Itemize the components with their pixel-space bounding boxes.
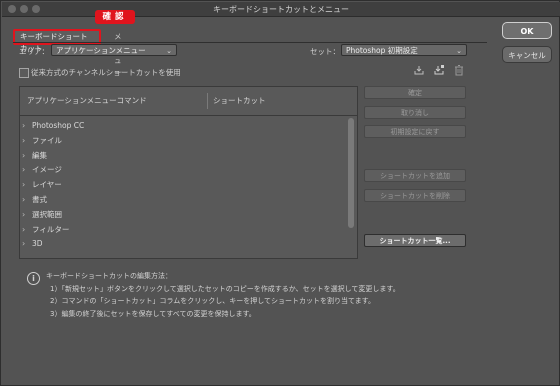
table-row[interactable]: › フィルター <box>20 223 350 238</box>
column-divider <box>207 93 208 109</box>
row-label: 書式 <box>32 194 47 204</box>
title-bar: キーボードショートカットとメニュー <box>2 2 560 17</box>
chevron-right-icon[interactable]: › <box>22 119 25 134</box>
table-row[interactable]: › ファイル <box>20 134 350 149</box>
instructions-heading: キーボードショートカットの編集方法： <box>46 272 172 280</box>
table-row[interactable]: › 編集 <box>20 149 350 164</box>
use-default-button[interactable]: 初期設定に戻す <box>364 125 466 138</box>
instructions: キーボードショートカットの編集方法： 1）「新規セット」ボタンをクリックして選択… <box>46 270 400 320</box>
chevron-right-icon[interactable]: › <box>22 178 25 193</box>
row-label: 選択範囲 <box>32 209 62 219</box>
delete-shortcut-button[interactable]: ショートカットを削除 <box>364 189 466 202</box>
add-shortcut-button[interactable]: ショートカットを追加 <box>364 169 466 182</box>
undo-button[interactable]: 取り消し <box>364 106 466 119</box>
chevron-right-icon[interactable]: › <box>22 149 25 164</box>
instruction-line: 2）コマンドの「ショートカット」コラムをクリックし、キーを押してショートカットを… <box>50 297 375 305</box>
table-row[interactable]: › 書式 <box>20 193 350 208</box>
row-label: レイヤー <box>32 180 62 190</box>
set-select[interactable]: Photoshop 初期設定 ⌄ <box>341 44 467 56</box>
tab-divider <box>13 42 487 43</box>
legacy-channel-shortcuts-label: 従来方式のチャンネルショートカットを使用 <box>31 68 181 77</box>
instruction-line: 3）編集の終了後にセットを保存してすべての変更を保持します。 <box>50 309 256 318</box>
table-scrollbar[interactable] <box>348 118 354 228</box>
window-title: キーボードショートカットとメニュー <box>213 5 349 14</box>
info-icon: i <box>27 272 40 285</box>
table-header: アプリケーションメニューコマンド ショートカット <box>20 87 357 116</box>
chevron-right-icon[interactable]: › <box>22 134 25 149</box>
chevron-right-icon[interactable]: › <box>22 223 25 238</box>
chevron-right-icon[interactable]: › <box>22 163 25 178</box>
save-as-set-icon[interactable] <box>433 64 445 76</box>
area-select-value: アプリケーションメニュー <box>56 46 146 55</box>
row-label: イメージ <box>32 165 62 175</box>
set-select-value: Photoshop 初期設定 <box>346 46 418 55</box>
chevron-down-icon: ⌄ <box>166 47 172 55</box>
area-label: エリア： <box>19 47 49 56</box>
chevron-down-icon: ⌄ <box>456 47 462 55</box>
table-row[interactable]: › レイヤー <box>20 178 350 193</box>
column-header-shortcut[interactable]: ショートカット <box>213 95 266 106</box>
row-label: フィルター <box>32 224 70 234</box>
legacy-channel-shortcuts-checkbox[interactable] <box>19 68 29 78</box>
row-label: Photoshop CC <box>32 121 85 130</box>
confirm-badge: 確認 <box>95 10 135 24</box>
table-row[interactable]: › イメージ <box>20 163 350 178</box>
table-row[interactable]: › 選択範囲 <box>20 208 350 223</box>
area-select[interactable]: アプリケーションメニュー ⌄ <box>51 44 177 56</box>
delete-set-icon[interactable] <box>453 64 465 76</box>
save-set-icon[interactable] <box>413 64 425 76</box>
chevron-right-icon[interactable]: › <box>22 193 25 208</box>
set-label: セット： <box>310 47 340 56</box>
chevron-right-icon[interactable]: › <box>22 208 25 223</box>
row-label: 編集 <box>32 150 47 160</box>
summarize-button[interactable]: ショートカット一覧... <box>364 234 466 247</box>
accept-button[interactable]: 確定 <box>364 86 466 99</box>
instruction-line: 1）「新規セット」ボタンをクリックして選択したセットのコピーを作成するか、セット… <box>50 284 400 293</box>
column-header-command[interactable]: アプリケーションメニューコマンド <box>27 95 147 106</box>
table-rows: › Photoshop CC › ファイル › 編集 › イメージ › レイヤー › 書式 … <box>20 119 350 252</box>
shortcuts-table: アプリケーションメニューコマンド ショートカット › Photoshop CC ›… <box>19 86 358 259</box>
row-label: ファイル <box>32 135 62 145</box>
table-row[interactable]: › 3D <box>20 237 350 252</box>
ok-button[interactable]: OK <box>502 22 552 39</box>
table-row[interactable]: › Photoshop CC <box>20 119 350 134</box>
cancel-button[interactable]: キャンセル <box>502 46 552 63</box>
chevron-right-icon[interactable]: › <box>22 237 25 252</box>
row-label: 3D <box>32 239 43 249</box>
